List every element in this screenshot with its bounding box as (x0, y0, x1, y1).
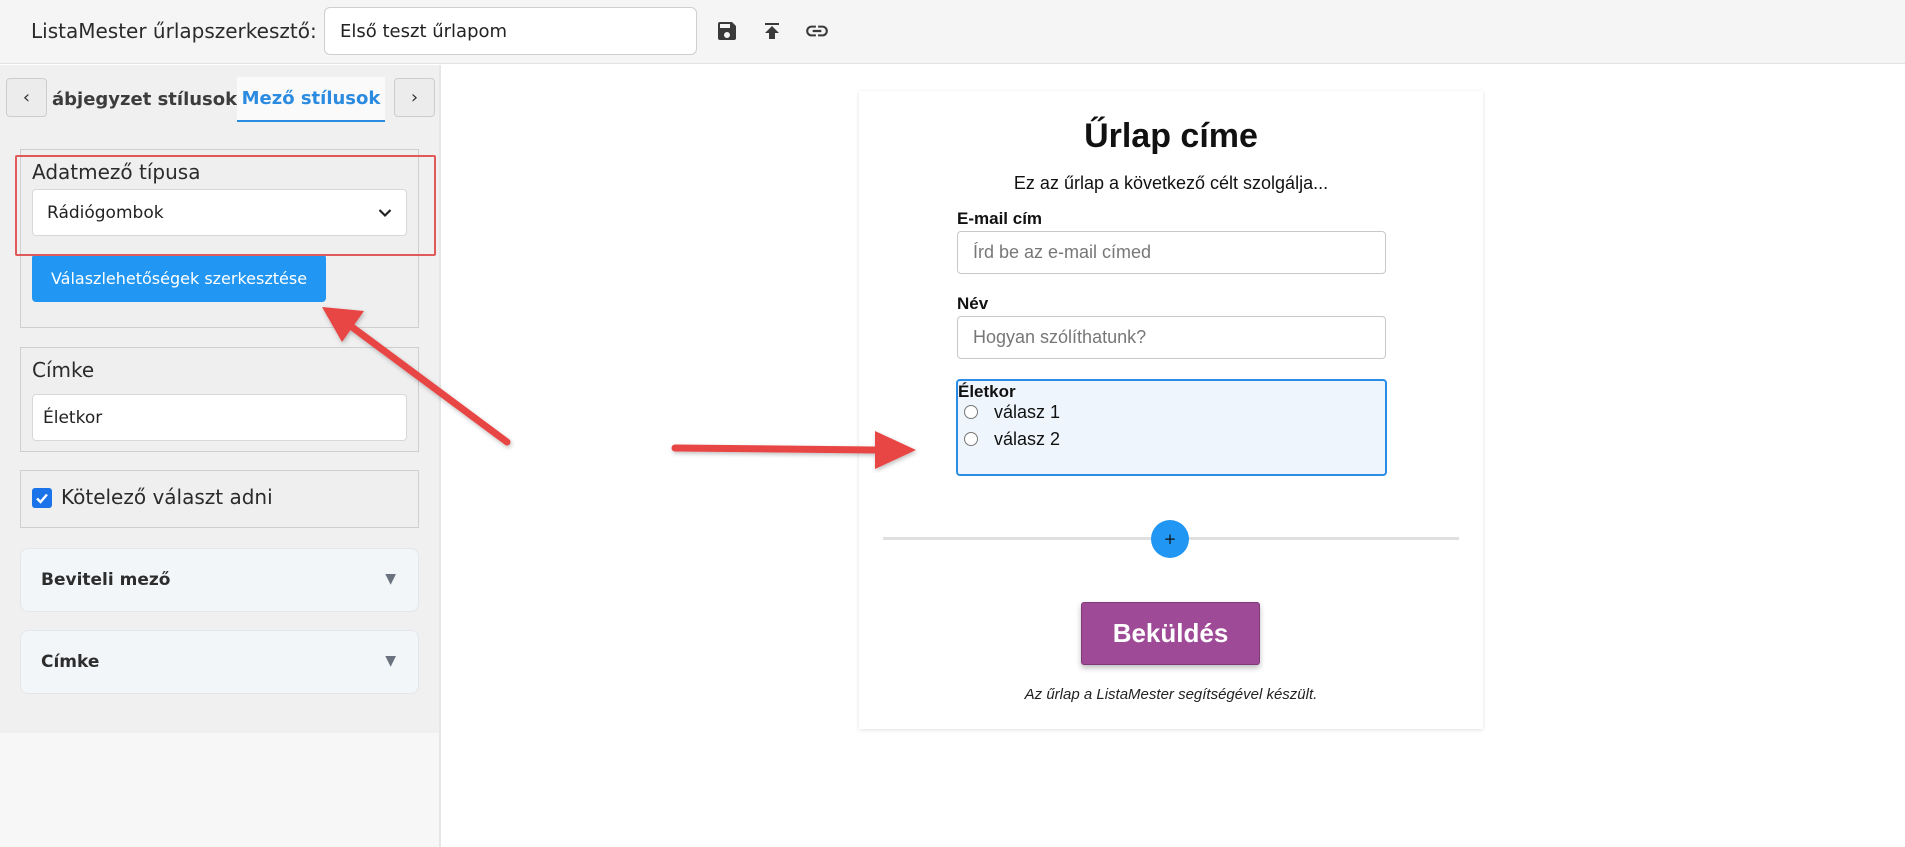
tab-field-styles[interactable]: Mező stílusok (237, 77, 385, 122)
required-panel: Kötelező választ adni (20, 470, 419, 528)
sidebar-divider (439, 65, 441, 847)
accordion-label-label: Címke (41, 652, 100, 672)
app-title: ListaMester űrlapszerkesztő: (31, 19, 317, 43)
label-input[interactable]: Életkor (32, 394, 407, 441)
radio-option-label: válasz 1 (994, 401, 1061, 422)
radio-button[interactable] (964, 432, 978, 446)
required-label: Kötelező választ adni (61, 485, 273, 509)
upload-icon[interactable] (757, 16, 787, 46)
label-field-label: Címke (32, 358, 95, 382)
form-preview-card: Űrlap címe Ez az űrlap a következő célt … (859, 91, 1483, 729)
name-input[interactable]: Hogyan szólíthatunk? (957, 316, 1386, 359)
chevron-down-icon (378, 203, 392, 223)
sidebar-empty-area (0, 733, 439, 847)
required-checkbox[interactable] (32, 488, 52, 508)
accordion-input-field-label: Beviteli mező (41, 570, 171, 590)
field-type-label: Adatmező típusa (32, 160, 201, 184)
edit-options-button[interactable]: Válaszlehetőségek szerkesztése (32, 254, 326, 302)
name-field-label: Név (957, 294, 989, 313)
tab-scroll-right-button[interactable]: › (394, 78, 435, 117)
field-type-select[interactable]: Rádiógombok (32, 189, 407, 236)
caret-down-icon: ▼ (385, 653, 396, 669)
email-field-label: E-mail cím (957, 209, 1043, 228)
radio-option-label: válasz 2 (994, 428, 1061, 449)
add-field-button[interactable]: + (1151, 520, 1189, 558)
tab-scroll-left-button[interactable]: ‹ (6, 78, 47, 117)
form-title: Űrlap címe (1084, 117, 1258, 155)
caret-down-icon: ▼ (385, 571, 396, 587)
radio-option-1[interactable]: válasz 1 (964, 402, 1060, 422)
field-type-selected-value: Rádiógombok (47, 202, 164, 223)
age-field-label: Életkor (958, 382, 1016, 401)
accordion-label[interactable]: Címke ▼ (20, 630, 419, 694)
form-description: Ez az űrlap a következő célt szolgálja..… (1013, 173, 1329, 193)
field-type-panel: Adatmező típusa Rádiógombok Válaszlehető… (20, 149, 419, 328)
link-icon[interactable] (802, 16, 832, 46)
radio-option-2[interactable]: válasz 2 (964, 429, 1060, 449)
top-toolbar: ListaMester űrlapszerkesztő: (0, 0, 1905, 64)
age-radio-group[interactable]: Életkor válasz 1 válasz 2 (956, 379, 1387, 476)
tab-annotation-styles[interactable]: ábjegyzet stílusok (52, 77, 237, 122)
form-name-input[interactable] (324, 7, 697, 55)
sidebar: ‹ ábjegyzet stílusok Mező stílusok › Ada… (0, 65, 439, 733)
radio-button[interactable] (964, 405, 978, 419)
submit-button[interactable]: Beküldés (1081, 602, 1260, 665)
save-icon[interactable] (712, 16, 742, 46)
email-input[interactable]: Írd be az e-mail címed (957, 231, 1386, 274)
label-panel: Címke Életkor (20, 347, 419, 452)
accordion-input-field[interactable]: Beviteli mező ▼ (20, 548, 419, 612)
form-footer-note: Az űrlap a ListaMester segítségével kész… (1024, 686, 1318, 703)
